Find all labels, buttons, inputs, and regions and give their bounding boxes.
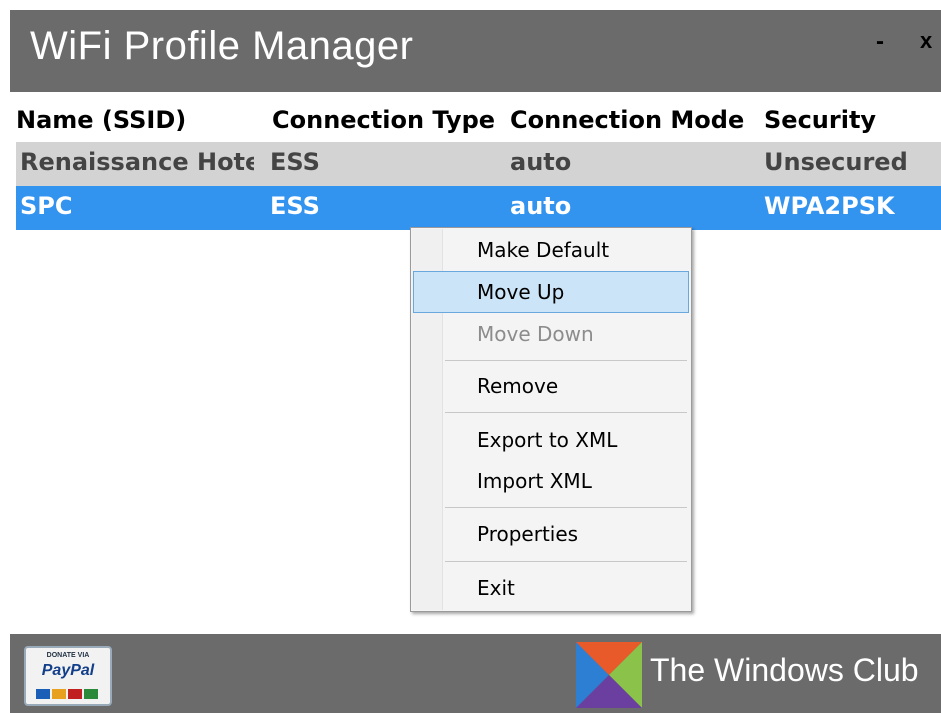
cell-connection-mode: auto: [510, 192, 572, 220]
menu-separator: [445, 412, 687, 413]
table-header: Name (SSID) Connection Type Connection M…: [10, 102, 941, 142]
header-security[interactable]: Security: [764, 106, 876, 134]
menu-item-move-down: Move Down: [477, 322, 594, 346]
paypal-logo: PayPal: [41, 662, 95, 679]
header-name-ssid[interactable]: Name (SSID): [16, 106, 186, 134]
menu-item-make-default[interactable]: Make Default: [477, 238, 609, 262]
menu-item-remove[interactable]: Remove: [477, 374, 558, 398]
menu-separator: [445, 507, 687, 508]
menu-item-exit[interactable]: Exit: [477, 576, 515, 600]
context-menu: Make Default Move Up Move Down Remove Ex…: [410, 227, 692, 612]
cell-connection-type: ESS: [270, 148, 320, 176]
menu-separator: [445, 360, 687, 361]
cell-security: WPA2PSK: [764, 192, 895, 220]
header-connection-mode[interactable]: Connection Mode: [510, 106, 744, 134]
windows-club-logo-icon: [576, 642, 642, 708]
menu-item-export-xml[interactable]: Export to XML: [477, 428, 617, 452]
title-bar: WiFi Profile Manager - x: [10, 10, 941, 92]
minimize-button[interactable]: -: [876, 28, 884, 56]
table-row-selected[interactable]: SPC ESS auto WPA2PSK: [16, 186, 941, 230]
cell-ssid: Renaissance Hotel: [20, 148, 254, 176]
close-button[interactable]: x: [920, 28, 932, 54]
window-title: WiFi Profile Manager: [30, 24, 414, 68]
card-logos-icon: [36, 684, 100, 699]
header-connection-type[interactable]: Connection Type: [272, 106, 495, 134]
cell-security: Unsecured: [764, 148, 908, 176]
cell-connection-mode: auto: [510, 148, 572, 176]
menu-item-import-xml[interactable]: Import XML: [477, 469, 592, 493]
menu-item-properties[interactable]: Properties: [477, 522, 578, 546]
table-row[interactable]: Renaissance Hotel ESS auto Unsecured: [16, 142, 941, 186]
cell-connection-type: ESS: [270, 192, 320, 220]
menu-separator: [445, 561, 687, 562]
brand-text: The Windows Club: [650, 652, 919, 688]
menu-item-move-up[interactable]: Move Up: [477, 280, 564, 304]
paypal-donate-button[interactable]: DONATE VIA PayPal: [24, 646, 112, 706]
paypal-donate-label: DONATE VIA: [46, 652, 90, 659]
cell-ssid: SPC: [20, 192, 73, 220]
footer-bar: DONATE VIA PayPal The Windows Club: [10, 634, 941, 713]
